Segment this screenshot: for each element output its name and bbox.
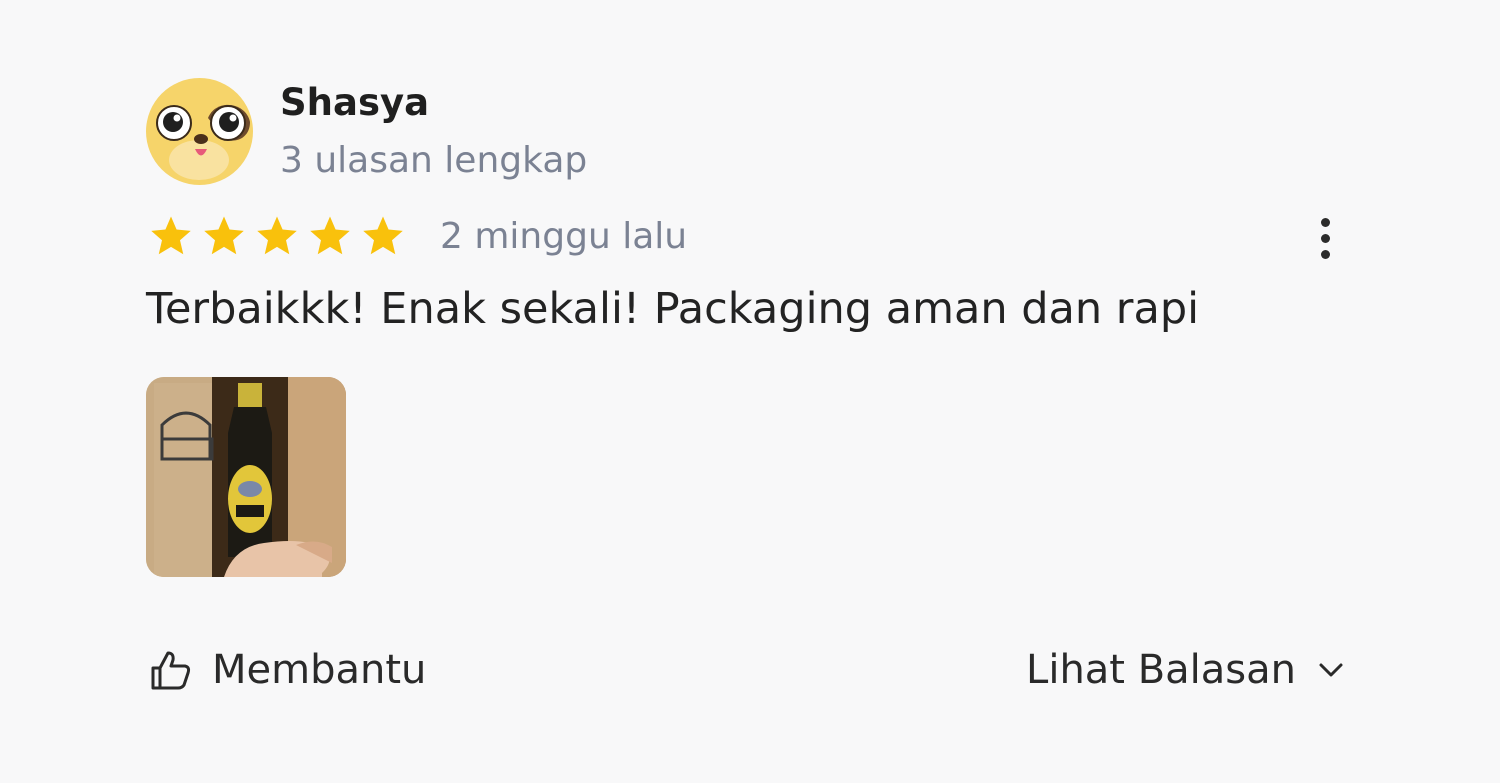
view-replies-button[interactable]: Lihat Balasan <box>1026 645 1344 695</box>
helpful-label: Membantu <box>212 647 427 693</box>
star-icon <box>363 216 403 255</box>
kebab-menu-icon[interactable] <box>1306 214 1346 264</box>
product-photo-thumbnail <box>146 377 346 577</box>
star-icon <box>151 216 191 255</box>
review-card: Shasya 3 ulasan lengkap 2 minggu lalu Te… <box>0 0 1500 783</box>
review-text: Terbaikkk! Enak sekali! Packaging aman d… <box>146 284 1200 334</box>
review-photo[interactable] <box>146 377 346 577</box>
view-replies-label: Lihat Balasan <box>1026 647 1296 693</box>
reviewer-review-count: 3 ulasan lengkap <box>280 140 588 181</box>
star-rating <box>148 213 406 259</box>
star-icon <box>257 216 297 255</box>
avatar[interactable] <box>146 78 253 185</box>
review-timestamp: 2 minggu lalu <box>440 216 688 257</box>
helpful-button[interactable]: Membantu <box>148 645 426 695</box>
chevron-down-icon <box>1319 663 1343 677</box>
reviewer-name[interactable]: Shasya <box>280 80 429 126</box>
star-icon <box>204 216 244 255</box>
star-icon <box>310 216 350 255</box>
thumbs-up-icon <box>151 651 191 690</box>
